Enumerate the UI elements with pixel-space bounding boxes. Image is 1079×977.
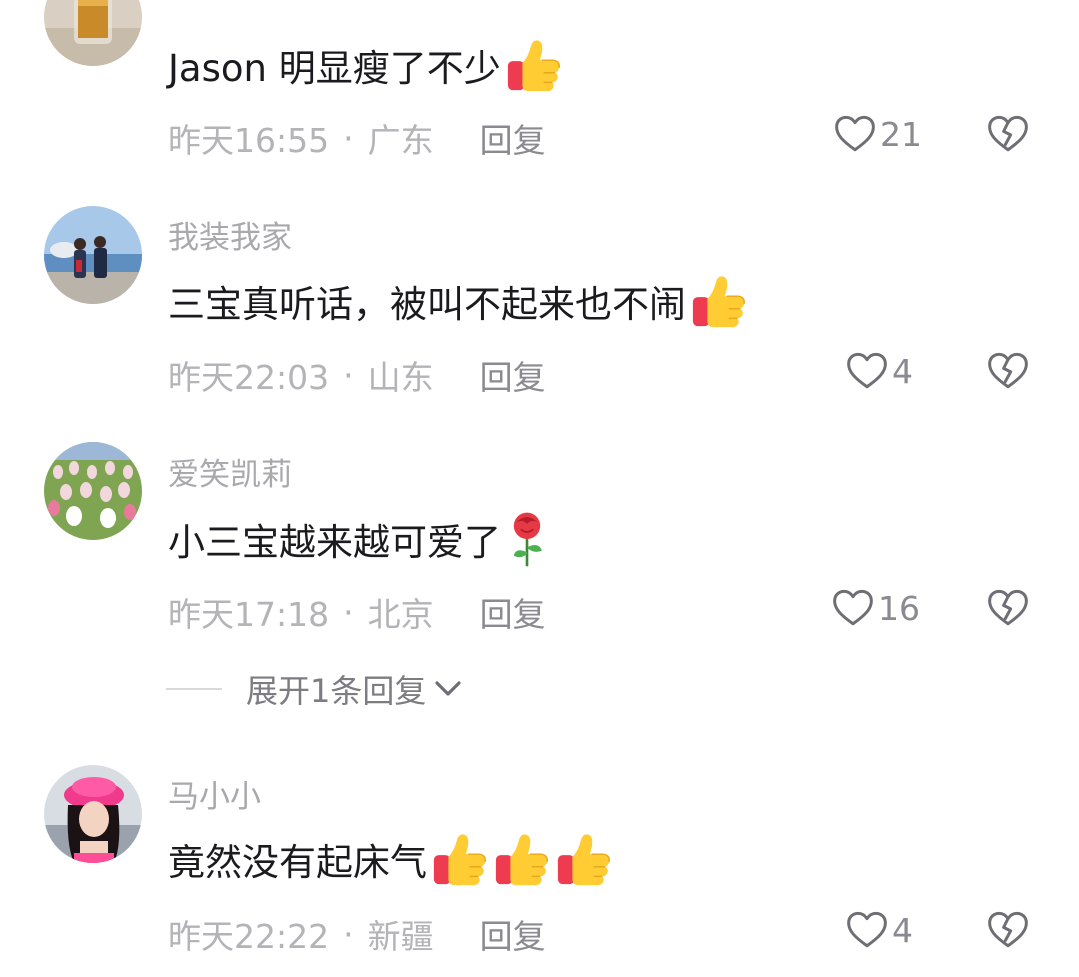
comment-username[interactable]: 我装我家 [168, 212, 292, 257]
comment-location: 山东 [367, 358, 434, 397]
avatar[interactable] [44, 0, 142, 66]
expand-replies-button[interactable]: 展开1条回复 [166, 666, 462, 712]
thumbs-up-icon [690, 272, 748, 330]
chevron-down-icon [426, 679, 462, 699]
reply-button[interactable]: 回复 [480, 588, 546, 636]
comment-meta: 昨天16:55 · 广东 回复 [168, 114, 546, 162]
comment-meta: 昨天17:18 · 北京 回复 [168, 588, 546, 636]
thumbs-up-icon [505, 36, 563, 94]
comment-text: 小三宝越来越可爱了 [168, 508, 549, 570]
comment-username[interactable]: 马小小 [168, 771, 261, 816]
like-button[interactable]: 4 [846, 910, 913, 950]
rose-icon [505, 508, 549, 570]
like-count: 16 [878, 588, 920, 628]
comment-time: 昨天17:18 [168, 595, 330, 634]
heart-icon [846, 351, 892, 391]
like-button[interactable]: 21 [834, 114, 922, 154]
dislike-button[interactable] [987, 910, 1029, 950]
comment-time: 昨天16:55 [168, 121, 330, 160]
comment-location: 广东 [367, 121, 434, 160]
like-button[interactable]: 4 [846, 351, 913, 391]
like-count: 4 [892, 910, 913, 950]
comment-text-body: Jason 明显瘦了不少 [168, 47, 501, 90]
broken-heart-icon [987, 910, 1029, 950]
comment-text-body: 竟然没有起床气 [168, 841, 427, 884]
comment-text-body: 小三宝越来越可爱了 [168, 521, 501, 564]
meta-separator: · [343, 118, 354, 158]
comment-text: 三宝真听话，被叫不起来也不闹 [168, 272, 748, 330]
expand-replies-label: 展开1条回复 [246, 672, 427, 710]
like-count: 4 [892, 351, 913, 391]
broken-heart-icon [987, 114, 1029, 154]
comment-username[interactable]: 爱笑凯莉 [168, 449, 292, 494]
comment-time: 昨天22:22 [168, 917, 330, 956]
heart-icon [834, 114, 880, 154]
avatar[interactable] [44, 765, 142, 863]
like-count: 21 [880, 114, 922, 154]
broken-heart-icon [987, 351, 1029, 391]
dislike-button[interactable] [987, 351, 1029, 391]
comment-meta: 昨天22:22 · 新疆 回复 [168, 910, 546, 958]
thumbs-up-icon [555, 830, 613, 888]
comment-text: Jason 明显瘦了不少 [168, 36, 563, 94]
heart-icon [832, 588, 878, 628]
meta-separator: · [343, 355, 354, 395]
meta-separator: · [343, 592, 354, 632]
comment-meta: 昨天22:03 · 山东 回复 [168, 351, 546, 399]
thumbs-up-icon [431, 830, 489, 888]
reply-button[interactable]: 回复 [480, 114, 546, 162]
divider [166, 688, 222, 690]
avatar[interactable] [44, 442, 142, 540]
dislike-button[interactable] [987, 114, 1029, 154]
avatar[interactable] [44, 206, 142, 304]
comment-location: 新疆 [367, 917, 434, 956]
comment-text: 竟然没有起床气 [168, 830, 613, 888]
heart-icon [846, 910, 892, 950]
broken-heart-icon [987, 588, 1029, 628]
meta-separator: · [343, 914, 354, 954]
like-button[interactable]: 16 [832, 588, 920, 628]
thumbs-up-icon [493, 830, 551, 888]
comment-location: 北京 [367, 595, 434, 634]
reply-button[interactable]: 回复 [480, 351, 546, 399]
reply-button[interactable]: 回复 [480, 910, 546, 958]
comment-time: 昨天22:03 [168, 358, 330, 397]
dislike-button[interactable] [987, 588, 1029, 628]
comment-text-body: 三宝真听话，被叫不起来也不闹 [168, 283, 686, 326]
